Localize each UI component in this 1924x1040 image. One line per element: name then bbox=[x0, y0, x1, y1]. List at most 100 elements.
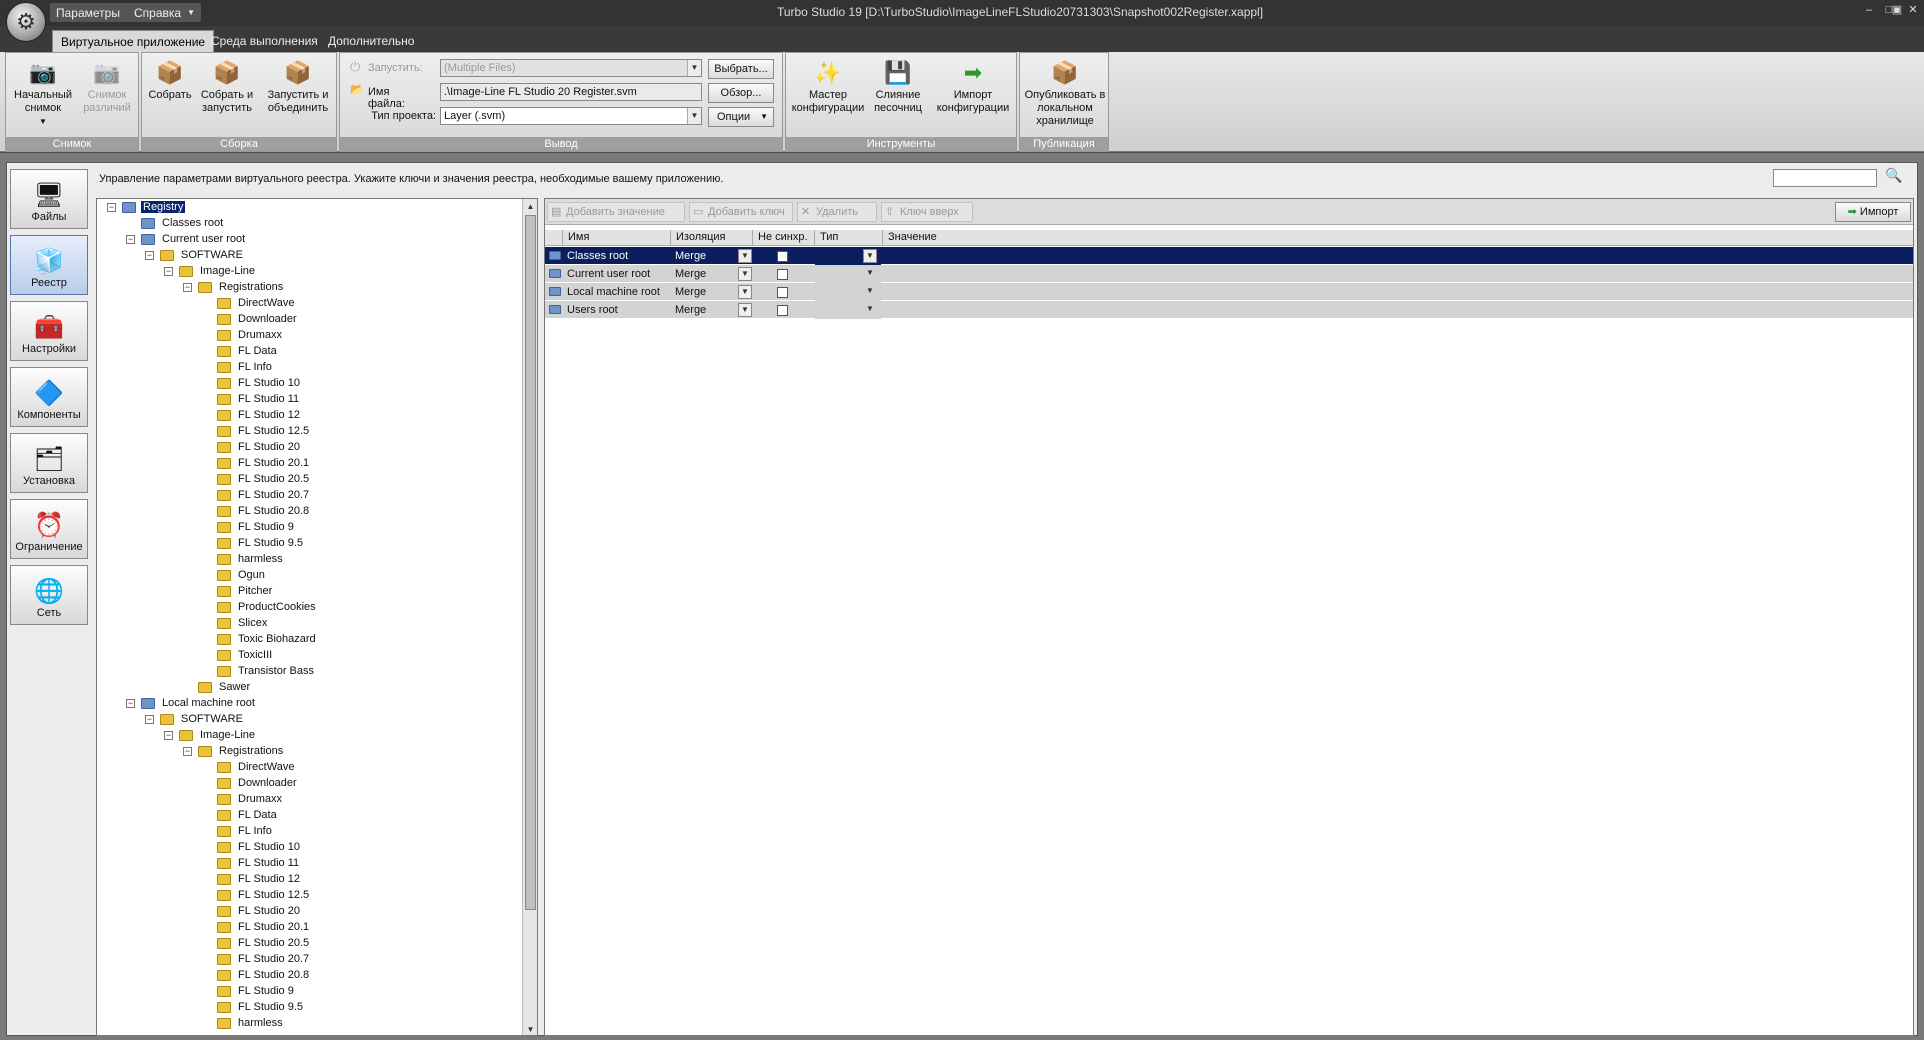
nosync-checkbox[interactable] bbox=[777, 287, 788, 298]
grid-header-type[interactable]: Тип bbox=[815, 230, 883, 246]
config-wizard-button[interactable]: ✨ Мастер конфигурации bbox=[790, 57, 866, 115]
browse-button[interactable]: Обзор... bbox=[708, 83, 774, 103]
tree-node[interactable]: FL Studio 12.5 bbox=[202, 887, 311, 903]
tree-node[interactable]: DirectWave bbox=[202, 759, 296, 775]
diff-snapshot-button[interactable]: 📷 Снимок различий bbox=[76, 57, 138, 115]
tree-node[interactable]: FL Studio 9 bbox=[202, 519, 296, 535]
file-name-field[interactable]: .\Image-Line FL Studio 20 Register.svm bbox=[440, 83, 702, 101]
collapse-toggle-icon[interactable]: − bbox=[126, 234, 135, 244]
close-button[interactable]: ✕ bbox=[1906, 3, 1920, 17]
help-icon[interactable]: ‒ bbox=[1862, 3, 1876, 17]
tree-node[interactable]: − Registry bbox=[107, 199, 186, 215]
grid-header-nosync[interactable]: Не синхр. bbox=[753, 230, 815, 246]
isolation-dropdown-icon[interactable]: ▼ bbox=[738, 303, 752, 317]
key-up-button[interactable]: ⇧ Ключ вверх bbox=[881, 202, 973, 222]
start-snapshot-button[interactable]: 📷 Начальный снимок ▼ bbox=[10, 57, 76, 128]
sidebar-item-setup[interactable]: 🗂 Установка bbox=[10, 433, 88, 493]
table-row[interactable]: Users root Merge ▼ ▼ bbox=[545, 301, 1913, 319]
tab-virtual-application[interactable]: Виртуальное приложение bbox=[52, 30, 215, 52]
app-orb-button[interactable]: ⚙ bbox=[6, 2, 46, 42]
tree-node[interactable]: FL Studio 20.8 bbox=[202, 503, 311, 519]
sidebar-item-settings[interactable]: 🧰 Настройки bbox=[10, 301, 88, 361]
tree-node[interactable]: FL Studio 9 bbox=[202, 983, 296, 999]
tree-node[interactable]: FL Studio 20.7 bbox=[202, 951, 311, 967]
add-value-button[interactable]: ▤ Добавить значение bbox=[547, 202, 685, 222]
tree-node[interactable]: ProductCookies bbox=[202, 599, 318, 615]
tree-node[interactable]: FL Studio 9.5 bbox=[202, 535, 305, 551]
tree-node[interactable]: FL Data bbox=[202, 807, 279, 823]
tree-node[interactable]: FL Studio 11 bbox=[202, 855, 301, 871]
collapse-toggle-icon[interactable]: − bbox=[164, 730, 173, 740]
grid-header-value[interactable]: Значение bbox=[883, 230, 1913, 246]
scrollbar-thumb[interactable] bbox=[525, 215, 536, 910]
delete-button[interactable]: ✕ Удалить bbox=[797, 202, 877, 222]
collapse-toggle-icon[interactable]: − bbox=[107, 202, 116, 212]
sidebar-item-network[interactable]: 🌐 Сеть bbox=[10, 565, 88, 625]
tree-node[interactable]: Drumaxx bbox=[202, 327, 284, 343]
tree-node[interactable]: Pitcher bbox=[202, 583, 274, 599]
type-dropdown-icon[interactable]: ▼ bbox=[863, 249, 877, 263]
tree-node[interactable]: Sawer bbox=[183, 679, 252, 695]
scroll-down-icon[interactable]: ▼ bbox=[524, 1023, 537, 1035]
tree-node[interactable]: FL Studio 20.5 bbox=[202, 471, 311, 487]
tree-node[interactable]: FL Studio 10 bbox=[202, 375, 302, 391]
tree-node[interactable]: Slicex bbox=[202, 615, 269, 631]
tree-node[interactable]: FL Studio 12 bbox=[202, 871, 302, 887]
type-dropdown-icon[interactable]: ▼ bbox=[863, 267, 877, 281]
publish-local-button[interactable]: 📦 Опубликовать в локальном хранилище bbox=[1024, 57, 1106, 128]
sidebar-item-components[interactable]: 🔷 Компоненты bbox=[10, 367, 88, 427]
search-icon[interactable]: 🔍 bbox=[1885, 167, 1902, 184]
tree-node[interactable]: − Image-Line bbox=[164, 263, 257, 279]
collapse-toggle-icon[interactable]: − bbox=[126, 698, 135, 708]
collapse-toggle-icon[interactable]: − bbox=[183, 746, 192, 756]
tab-advanced[interactable]: Дополнительно bbox=[320, 30, 422, 52]
collapse-toggle-icon[interactable]: − bbox=[145, 714, 154, 724]
menu-help[interactable]: Справка ▼ bbox=[128, 3, 201, 22]
grid-header-isolation[interactable]: Изоляция bbox=[671, 230, 753, 246]
tree-node[interactable]: − Image-Line bbox=[164, 727, 257, 743]
nosync-checkbox[interactable] bbox=[777, 305, 788, 316]
tree-node[interactable]: FL Studio 20.1 bbox=[202, 455, 311, 471]
build-button[interactable]: 📦 Собрать bbox=[146, 57, 194, 102]
options-button[interactable]: Опции ▼ bbox=[708, 107, 774, 127]
tree-node[interactable]: FL Studio 20.8 bbox=[202, 967, 311, 983]
tree-node[interactable]: FL Studio 20.7 bbox=[202, 487, 311, 503]
tree-node[interactable]: harmless bbox=[202, 551, 285, 567]
table-row[interactable]: Current user root Merge ▼ ▼ bbox=[545, 265, 1913, 283]
tree-node[interactable]: Downloader bbox=[202, 311, 299, 327]
scroll-up-icon[interactable]: ▲ bbox=[524, 200, 537, 213]
tree-node[interactable]: FL Studio 20 bbox=[202, 903, 302, 919]
nosync-checkbox[interactable] bbox=[777, 251, 788, 262]
tree-node[interactable]: ToxicIII bbox=[202, 647, 274, 663]
tree-node[interactable]: Drumaxx bbox=[202, 791, 284, 807]
tree-node[interactable]: Downloader bbox=[202, 775, 299, 791]
tree-node[interactable]: − SOFTWARE bbox=[145, 247, 245, 263]
sidebar-item-restriction[interactable]: ⏰ Ограничение bbox=[10, 499, 88, 559]
tree-node[interactable]: FL Studio 11 bbox=[202, 391, 301, 407]
tree-node[interactable]: harmless bbox=[202, 1015, 285, 1031]
collapse-toggle-icon[interactable]: − bbox=[183, 282, 192, 292]
sidebar-item-files[interactable]: 🖥 Файлы bbox=[10, 169, 88, 229]
table-row[interactable]: Classes root Merge ▼ ▼ bbox=[545, 247, 1913, 265]
import-config-button[interactable]: ➡ Импорт конфигурации bbox=[932, 57, 1014, 115]
tree-scrollbar[interactable]: ▲ ▼ bbox=[522, 199, 537, 1035]
tree-node[interactable]: FL Info bbox=[202, 359, 274, 375]
tree-node[interactable]: − Registrations bbox=[183, 743, 285, 759]
tree-node[interactable]: FL Studio 9.5 bbox=[202, 999, 305, 1015]
add-key-button[interactable]: ▭ Добавить ключ bbox=[689, 202, 793, 222]
sidebar-item-registry[interactable]: 🧊 Реестр bbox=[10, 235, 88, 295]
build-and-run-button[interactable]: 📦 Собрать и запустить bbox=[196, 57, 258, 115]
grid-header-name[interactable]: Имя bbox=[563, 230, 671, 246]
run-target-select[interactable]: (Multiple Files) ▼ bbox=[440, 59, 702, 77]
tree-node[interactable]: FL Studio 12 bbox=[202, 407, 302, 423]
isolation-dropdown-icon[interactable]: ▼ bbox=[738, 249, 752, 263]
tree-node[interactable]: Toxic Biohazard bbox=[202, 631, 318, 647]
tree-node[interactable]: Transistor Bass bbox=[202, 663, 316, 679]
tree-node[interactable]: − Local machine root bbox=[126, 695, 257, 711]
tree-node[interactable]: − Current user root bbox=[126, 231, 247, 247]
tree-node[interactable]: FL Info bbox=[202, 823, 274, 839]
tree-node[interactable]: Ogun bbox=[202, 567, 267, 583]
tab-runtime[interactable]: Среда выполнения bbox=[203, 30, 326, 52]
tree-node[interactable]: FL Studio 12.5 bbox=[202, 423, 311, 439]
import-button[interactable]: ➡ Импорт bbox=[1835, 202, 1911, 222]
